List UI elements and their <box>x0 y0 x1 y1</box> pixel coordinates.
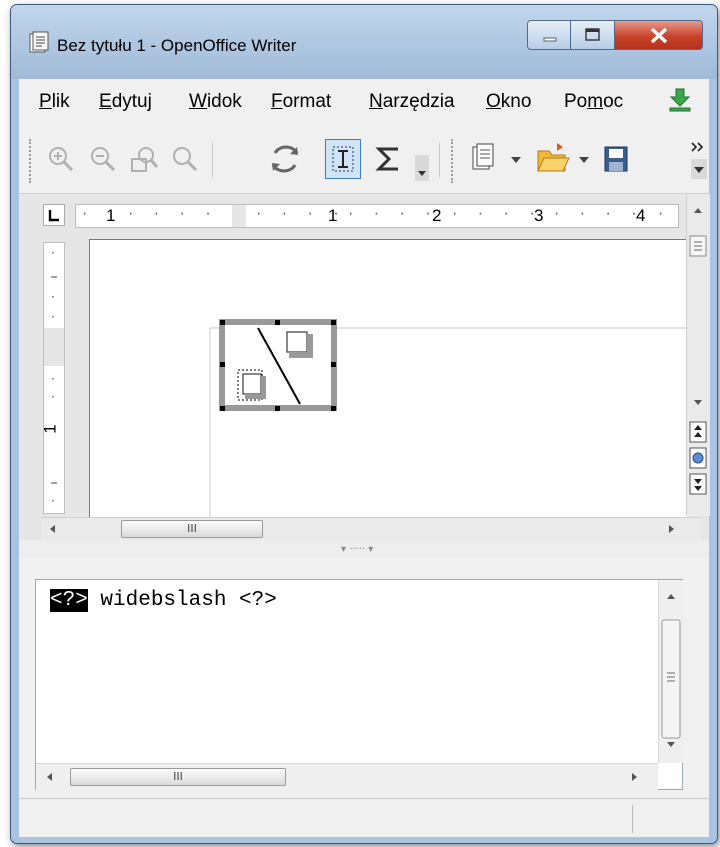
status-bar <box>19 798 709 837</box>
zoom-page-icon[interactable] <box>169 143 201 175</box>
overflow-icon[interactable] <box>689 137 709 181</box>
formula-placeholder: <?> <box>50 589 88 612</box>
ruler-ticks: · <box>82 205 96 222</box>
command-horizontal-scrollbar[interactable]: III <box>36 763 658 790</box>
ruler-number: 1 <box>106 206 116 225</box>
ruler-number: 1 <box>328 206 338 225</box>
chevron-down-icon[interactable] <box>509 149 523 169</box>
zoom-out-icon[interactable] <box>87 143 119 175</box>
svg-text:·: · <box>51 290 55 304</box>
command-vertical-scrollbar[interactable] <box>658 580 683 763</box>
ruler-ticks: · · · · <box>348 205 439 222</box>
download-icon[interactable] <box>667 87 693 113</box>
open-folder-icon[interactable] <box>535 139 571 177</box>
svg-text:·: · <box>51 310 55 324</box>
ruler-margin-gap <box>44 328 64 366</box>
formula-cursor-icon <box>332 146 354 172</box>
scroll-left-icon[interactable] <box>43 518 63 540</box>
close-icon <box>650 27 668 44</box>
vertical-ruler-number: 1 <box>40 424 60 434</box>
menu-edytuj[interactable]: Edytuj <box>99 91 152 113</box>
command-hscroll-thumb[interactable]: III <box>70 768 286 786</box>
ruler-number: 4 <box>636 206 646 225</box>
ruler-ticks: · · · · <box>128 205 219 222</box>
vertical-scrollbar[interactable] <box>686 194 710 516</box>
ruler-number: 3 <box>534 206 544 225</box>
dropdown-arrow-icon[interactable] <box>413 149 431 183</box>
window-title: Bez tytułu 1 - OpenOffice Writer <box>57 36 297 55</box>
ruler-margin-gap <box>232 205 246 227</box>
document-area: · 1 · · · · · · · · 1 · · · · 2 · · · · … <box>19 194 710 540</box>
formula-command-panel: <?> widebslash <?> III <box>19 558 709 798</box>
command-vscroll-controls <box>661 594 681 747</box>
menu-okno[interactable]: Okno <box>486 91 531 113</box>
sum-icon[interactable] <box>371 141 405 177</box>
vertical-ruler-ticks: · · · · · · <box>51 246 57 508</box>
scroll-right-icon[interactable] <box>661 518 681 540</box>
menu-plik[interactable]: Plik <box>39 91 70 113</box>
app-window: Bez tytułu 1 - OpenOffice Writer Plik Ed… <box>10 4 718 844</box>
svg-text:·: · <box>51 246 55 260</box>
writer-document-icon <box>29 31 49 53</box>
svg-text:·: · <box>51 390 55 404</box>
menu-bar: Plik Edytuj Widok Format Narzędzia Okno … <box>19 79 709 128</box>
close-button[interactable] <box>615 20 703 50</box>
zoom-in-icon[interactable] <box>45 143 77 175</box>
ruler-ticks: · · · · <box>554 205 645 222</box>
toolbar-grip[interactable] <box>29 139 34 183</box>
vertical-scrollbar-controls <box>689 208 707 495</box>
page-canvas <box>209 319 687 517</box>
ruler-number: 2 <box>432 206 442 225</box>
zoom-100-icon[interactable] <box>129 143 161 175</box>
ruler-ticks: · · · · <box>452 205 543 222</box>
minimize-button[interactable] <box>527 20 571 50</box>
panel-splitter[interactable]: ▾ ····· ▾ <box>19 540 709 558</box>
tab-left-icon <box>48 210 59 222</box>
update-icon[interactable] <box>265 139 305 179</box>
menu-narzedzia[interactable]: Narzędzia <box>369 91 455 113</box>
ruler-ticks: · <box>658 205 672 222</box>
menu-format[interactable]: Format <box>271 91 331 113</box>
menu-pomoc[interactable]: Pomoc <box>564 91 623 113</box>
document-page[interactable] <box>89 239 687 517</box>
svg-text:▾ ····· ▾: ▾ ····· ▾ <box>341 544 373 555</box>
svg-text:·: · <box>51 372 55 386</box>
toolbar <box>19 127 709 194</box>
menu-widok[interactable]: Widok <box>189 91 242 113</box>
maximize-icon <box>585 28 600 41</box>
title-bar[interactable]: Bez tytułu 1 - OpenOffice Writer <box>11 5 717 79</box>
horizontal-ruler[interactable]: · 1 · · · · · · · · 1 · · · · 2 · · · · … <box>75 204 679 228</box>
maximize-button[interactable] <box>571 20 615 50</box>
new-document-icon[interactable] <box>467 141 501 177</box>
status-separator <box>632 805 633 833</box>
splitter-grip: ▾ ····· ▾ <box>341 544 373 555</box>
svg-text:·: · <box>51 494 55 508</box>
tab-stop-selector[interactable] <box>43 204 65 226</box>
chevron-down-icon[interactable] <box>577 149 591 169</box>
formula-command-text[interactable]: <?> widebslash <?> <box>50 589 277 612</box>
horizontal-scroll-thumb[interactable]: III <box>121 520 263 538</box>
formula-object[interactable] <box>219 319 337 411</box>
formula-cursor-button[interactable] <box>325 139 361 179</box>
toolbar-separator <box>212 143 213 177</box>
formula-rest: widebslash <?> <box>87 589 277 612</box>
minimize-icon <box>543 37 557 42</box>
scroll-left-icon[interactable] <box>40 764 60 790</box>
save-icon[interactable] <box>599 141 633 177</box>
formula-command-editor[interactable]: <?> widebslash <?> III <box>35 579 683 790</box>
toolbar-separator <box>439 143 440 177</box>
vertical-ruler[interactable]: · · · · · · 1 <box>40 242 65 514</box>
horizontal-scrollbar[interactable]: III <box>41 517 701 540</box>
scroll-right-icon[interactable] <box>624 764 644 790</box>
toolbar-grip[interactable] <box>451 139 456 183</box>
